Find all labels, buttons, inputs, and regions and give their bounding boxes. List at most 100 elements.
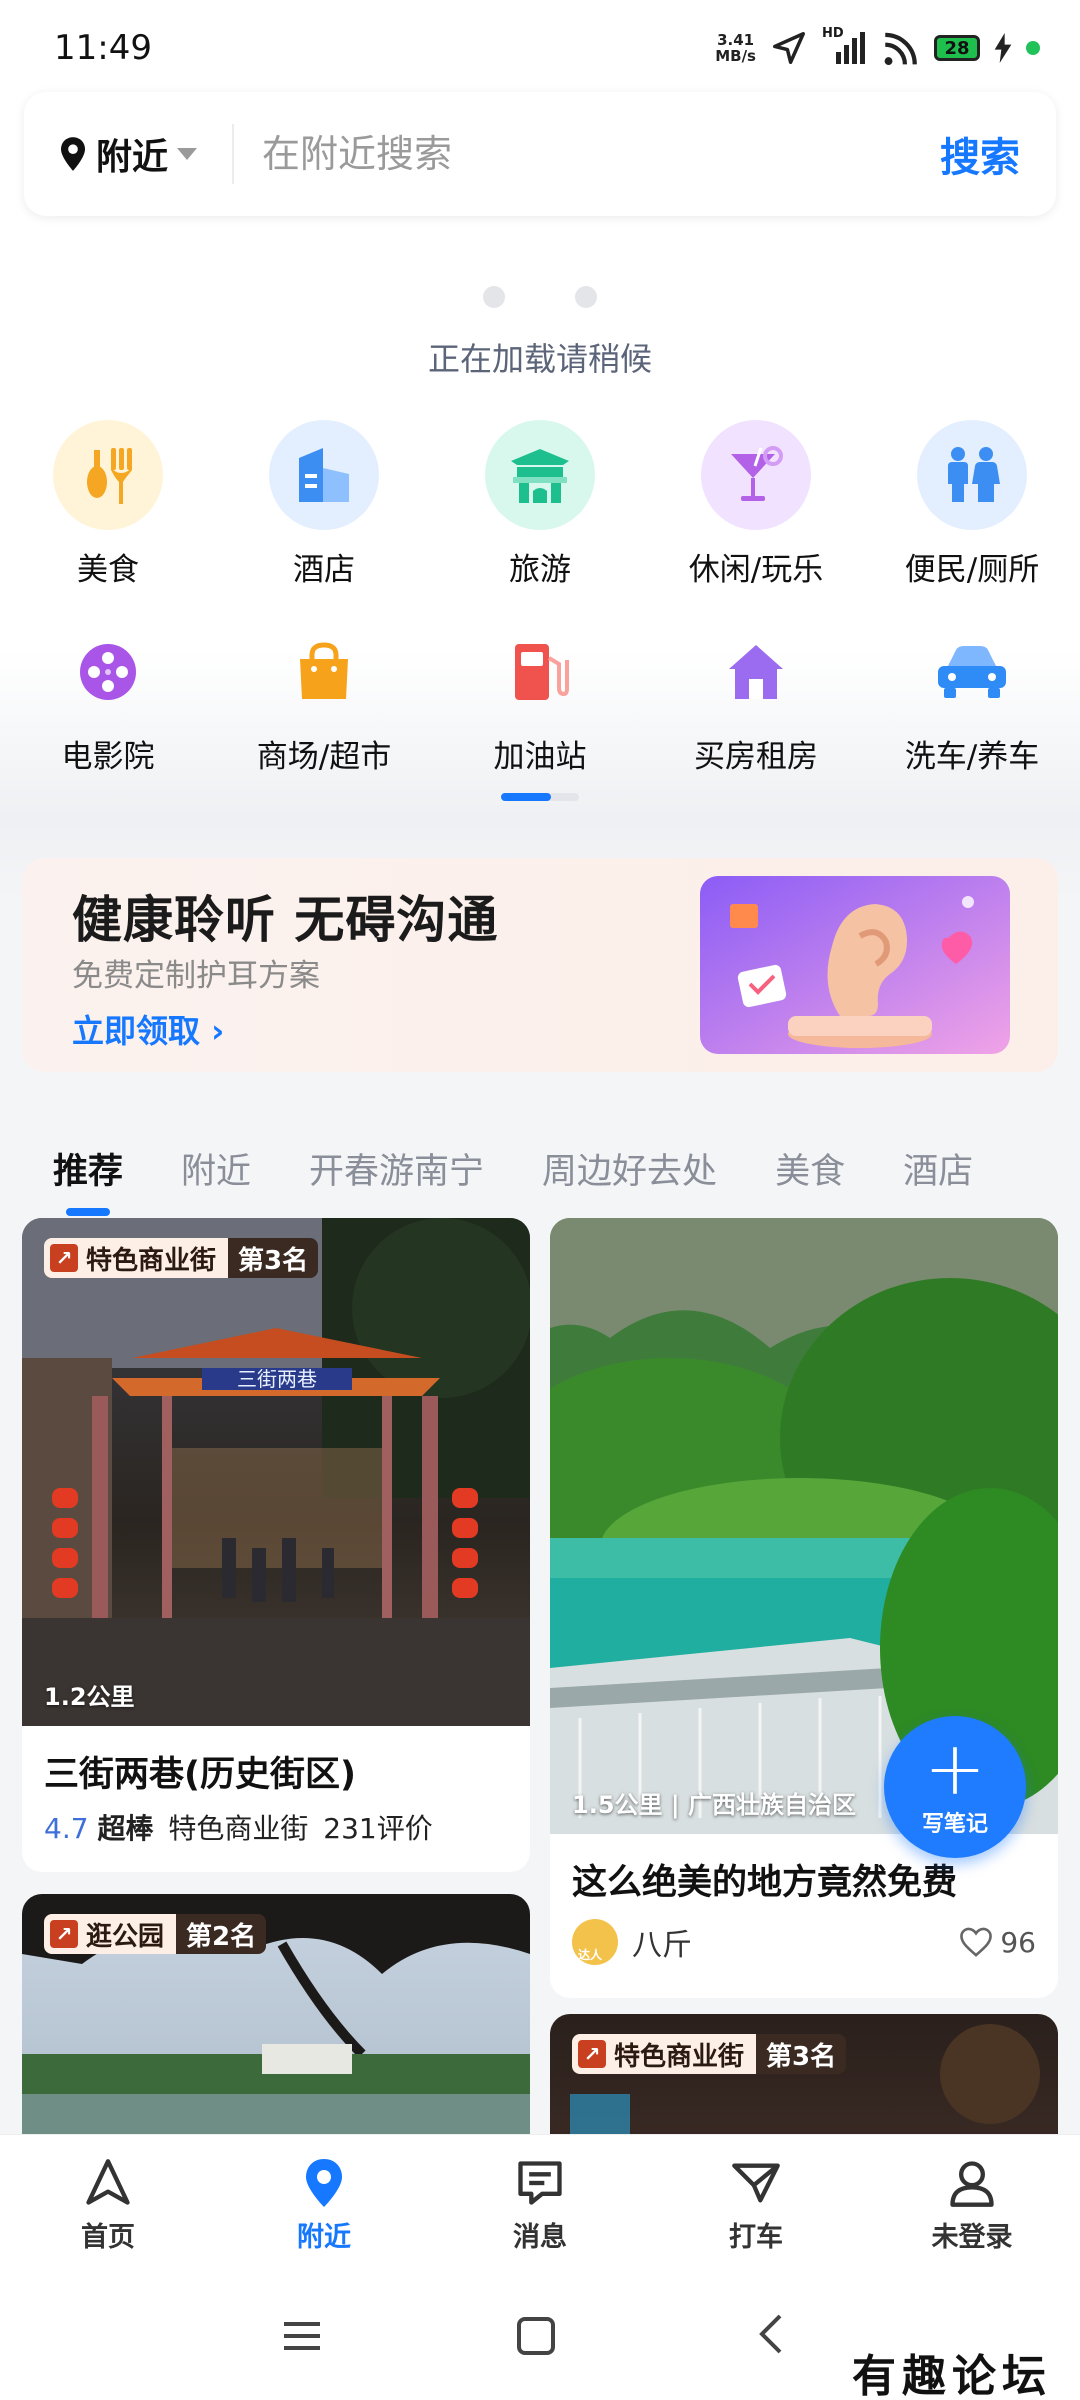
tab-nearby[interactable]: 附近 xyxy=(152,1143,280,1194)
tab-recommend[interactable]: 推荐 xyxy=(24,1143,152,1216)
feed-card-park[interactable]: ↗ 逛公园 第2名 xyxy=(22,1894,530,2154)
user-icon xyxy=(950,2161,994,2207)
category-leisure[interactable]: 休闲/玩乐 xyxy=(648,420,864,589)
gas-pump-icon xyxy=(485,627,595,717)
banner-cta-link[interactable]: 立即领取 › xyxy=(72,1006,224,1052)
ranking-badge: ↗ 特色商业街 第3名 xyxy=(572,2034,847,2074)
author-row: 达人 八斤 96 xyxy=(550,1905,1058,1965)
charging-bolt-icon xyxy=(994,33,1012,63)
category-label: 酒店 xyxy=(293,552,355,588)
hotel-building-icon xyxy=(269,420,379,530)
caret-down-icon xyxy=(177,148,198,160)
cellular-signal-icon: HD xyxy=(822,26,866,66)
loading-dot xyxy=(483,286,505,308)
tab-nearby-destinations[interactable]: 周边好去处 xyxy=(513,1143,746,1194)
card-title: 三街两巷(历史街区) xyxy=(44,1755,356,1795)
card-rating: 4.7 超棒 特色商业街 231评价 xyxy=(44,1812,433,1845)
banner-subtitle: 免费定制护耳方案 xyxy=(72,958,320,994)
message-icon xyxy=(518,2161,562,2205)
category-mall[interactable]: 商场/超市 xyxy=(216,627,432,776)
feed-tabs: 推荐 附近 开春游南宁 周边好去处 美食 酒店 xyxy=(0,1128,1080,1216)
like-button[interactable]: 96 xyxy=(958,1926,1036,1959)
nav-messages[interactable]: 消息 xyxy=(432,2135,648,2270)
search-bar: 附近 搜索 xyxy=(24,92,1056,216)
category-hotel[interactable]: 酒店 xyxy=(216,420,432,589)
status-time: 11:49 xyxy=(54,28,152,68)
ranking-logo-icon: ↗ xyxy=(50,1920,78,1948)
tab-food[interactable]: 美食 xyxy=(746,1143,874,1194)
location-selector[interactable]: 附近 xyxy=(24,124,234,184)
menu-icon[interactable] xyxy=(280,2316,324,2356)
category-label: 加油站 xyxy=(493,739,587,775)
feed-card-note[interactable]: 1.5公里 | 广西壮族自治区 这么绝美的地方竟然免费 达人 八斤 96 xyxy=(550,1218,1058,1998)
ranking-logo-icon: ↗ xyxy=(578,2040,606,2068)
park-photo: ↗ 逛公园 第2名 xyxy=(22,1894,530,2154)
car-icon xyxy=(917,627,1027,717)
ranking-badge: ↗ 特色商业街 第3名 xyxy=(44,1238,319,1278)
category-gas-station[interactable]: 加油站 xyxy=(432,627,648,776)
ear-illustration xyxy=(700,876,1010,1054)
avatar: 达人 xyxy=(572,1919,618,1965)
search-input[interactable] xyxy=(262,132,882,176)
bottom-navigation: 首页 附近 消息 打车 未登录 xyxy=(0,2134,1080,2270)
category-car-wash[interactable]: 洗车/养车 xyxy=(864,627,1080,776)
svg-text:三街两巷: 三街两巷 xyxy=(237,1367,317,1391)
nav-taxi[interactable]: 打车 xyxy=(648,2135,864,2270)
battery-indicator: 28 xyxy=(934,35,980,61)
taxi-icon xyxy=(732,2163,780,2203)
wifi-icon xyxy=(884,32,917,66)
status-bar: 11:49 3.41 MB/s HD 28 xyxy=(0,0,1080,90)
house-icon xyxy=(701,627,811,717)
heart-icon xyxy=(960,1927,993,1957)
home-triangle-icon xyxy=(86,2159,130,2205)
back-icon[interactable] xyxy=(756,2312,786,2356)
category-label: 洗车/养车 xyxy=(904,739,1040,775)
search-button[interactable]: 搜索 xyxy=(940,125,1020,183)
category-page-indicator xyxy=(501,793,579,801)
category-cinema[interactable]: 电影院 xyxy=(0,627,216,776)
nav-home[interactable]: 首页 xyxy=(0,2135,216,2270)
category-food[interactable]: 美食 xyxy=(0,420,216,589)
shopping-bag-icon xyxy=(269,627,379,717)
tab-spring-nanning[interactable]: 开春游南宁 xyxy=(280,1143,513,1194)
category-label: 旅游 xyxy=(509,552,571,588)
app-screen: { "status_bar": {"time": "11:49", "net_s… xyxy=(0,0,1080,2400)
nav-nearby[interactable]: 附近 xyxy=(216,2135,432,2270)
watermark-text: 有趣论坛 xyxy=(852,2351,1052,2400)
network-speed: 3.41 MB/s xyxy=(715,31,756,65)
restroom-icon xyxy=(917,420,1027,530)
status-icons: 3.41 MB/s HD 28 xyxy=(715,26,1040,70)
feed-card-street[interactable]: 三街两巷 ↗ 特色商业街 第3名 1.2公里 三街两巷(历史街区) 4.7 超棒 … xyxy=(22,1218,530,1872)
plus-icon: + xyxy=(923,1726,986,1812)
category-label: 商场/超市 xyxy=(256,739,392,775)
category-label: 美食 xyxy=(77,552,139,588)
category-convenience[interactable]: 便民/厕所 xyxy=(864,420,1080,589)
category-housing[interactable]: 买房租房 xyxy=(648,627,864,776)
feed-card-street-2[interactable]: ↗ 特色商业街 第3名 xyxy=(550,2014,1058,2154)
privacy-dot-icon xyxy=(1026,41,1040,55)
distance-region-label: 1.5公里 | 广西壮族自治区 xyxy=(572,1791,856,1819)
category-label: 休闲/玩乐 xyxy=(688,552,824,588)
category-grid: 美食 酒店 旅游 休闲/玩乐 便民/厕所 电影院 商场/超市 加油站 买房租房 … xyxy=(0,420,1080,776)
promo-banner[interactable]: 健康聆听 无碍沟通 免费定制护耳方案 立即领取 › xyxy=(22,858,1058,1072)
loading-dot xyxy=(575,286,597,308)
street-night-photo: ↗ 特色商业街 第3名 xyxy=(550,2014,1058,2154)
category-travel[interactable]: 旅游 xyxy=(432,420,648,589)
pavilion-icon xyxy=(485,420,595,530)
film-reel-icon xyxy=(53,627,163,717)
cocktail-icon xyxy=(701,420,811,530)
write-note-button[interactable]: + 写笔记 xyxy=(884,1716,1026,1858)
location-pin-icon xyxy=(306,2159,342,2207)
location-pin-icon xyxy=(61,137,85,171)
tab-hotel[interactable]: 酒店 xyxy=(874,1143,1002,1194)
loading-indicator xyxy=(0,286,1080,308)
distance-label: 1.2公里 xyxy=(44,1683,135,1711)
street-photo: 三街两巷 ↗ 特色商业街 第3名 1.2公里 xyxy=(22,1218,530,1726)
category-label: 便民/厕所 xyxy=(904,552,1040,588)
fork-spoon-icon xyxy=(53,420,163,530)
home-square-icon[interactable] xyxy=(516,2316,556,2356)
navigation-arrow-icon xyxy=(773,32,805,64)
author-name: 八斤 xyxy=(632,1928,692,1963)
loading-text: 正在加载请稍候 xyxy=(427,340,652,378)
nav-profile[interactable]: 未登录 xyxy=(864,2135,1080,2270)
